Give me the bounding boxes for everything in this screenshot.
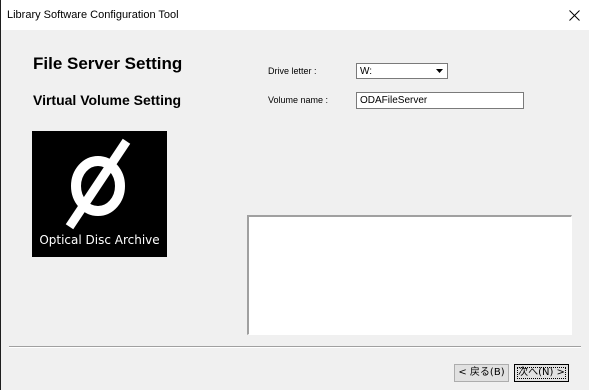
- drive-letter-label: Drive letter :: [268, 66, 317, 76]
- log-textarea[interactable]: [247, 215, 572, 335]
- volume-name-label: Volume name :: [268, 95, 329, 105]
- volume-name-input[interactable]: ODAFileServer: [356, 92, 524, 109]
- drive-letter-select[interactable]: W:: [356, 63, 448, 79]
- close-button[interactable]: [559, 0, 589, 30]
- volume-name-value: ODAFileServer: [360, 95, 428, 106]
- back-button[interactable]: < 戻る(B): [454, 364, 509, 382]
- chevron-down-icon[interactable]: [433, 65, 446, 77]
- page-subtitle: Virtual Volume Setting: [33, 92, 182, 108]
- footer-separator: [9, 346, 581, 348]
- window-title: Library Software Configuration Tool: [7, 9, 179, 21]
- next-button-label: 次へ(N) >: [518, 367, 565, 378]
- close-icon: [568, 9, 580, 21]
- logo-text: Optical Disc Archive: [39, 233, 160, 247]
- drive-letter-value: W:: [360, 66, 373, 77]
- title-bar: Library Software Configuration Tool: [1, 0, 589, 30]
- dialog-window: Library Software Configuration Tool File…: [0, 0, 589, 390]
- page-title: File Server Setting: [33, 54, 183, 73]
- optical-disc-archive-logo: Optical Disc Archive: [32, 131, 167, 257]
- next-button[interactable]: 次へ(N) >: [514, 364, 569, 382]
- back-button-label: < 戻る(B): [458, 367, 505, 378]
